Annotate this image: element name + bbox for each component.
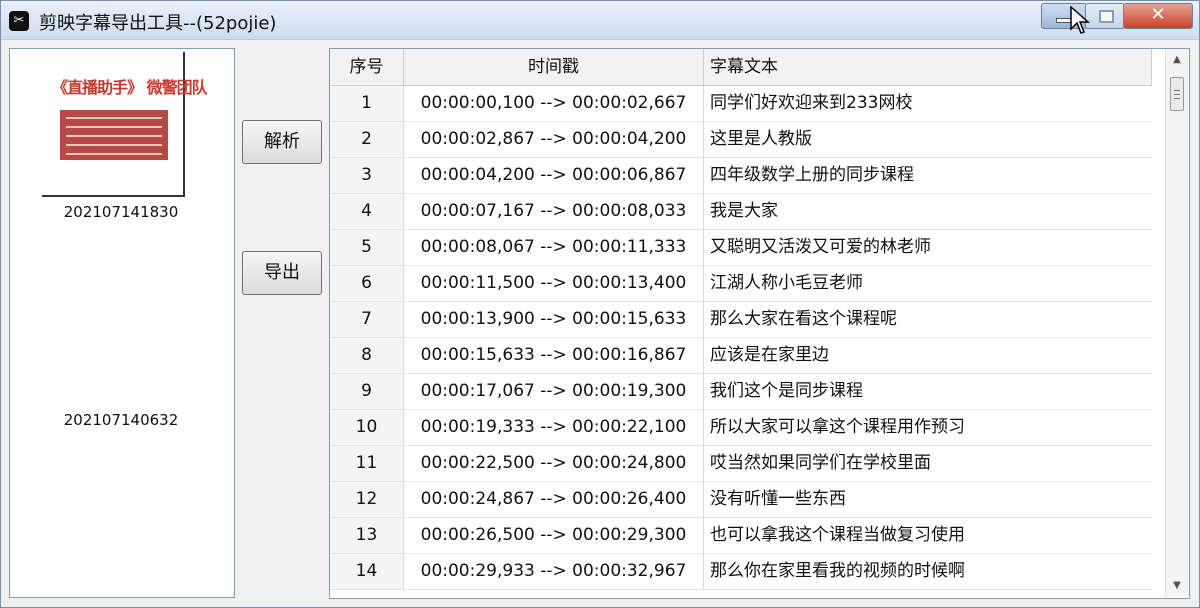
- row-text: 这里是人教版: [710, 129, 812, 149]
- table-row[interactable]: 13 00:00:26,500 --> 00:00:29,300 也可以拿我这个课程…: [330, 518, 1152, 554]
- column-header-timestamp[interactable]: 时间戳: [404, 49, 704, 85]
- row-text: 应该是在家里边: [710, 345, 829, 365]
- row-text: 我是大家: [710, 201, 778, 221]
- window-title: 剪映字幕导出工具--(52pojie): [39, 13, 277, 34]
- mouse-cursor-icon: [1070, 5, 1090, 34]
- table-row[interactable]: 9 00:00:17,067 --> 00:00:19,300 我们这个是同步课程: [330, 374, 1152, 410]
- row-index: 3: [330, 158, 404, 193]
- table-row[interactable]: 3 00:00:04,200 --> 00:00:06,867 四年级数学上册的同步…: [330, 158, 1152, 194]
- row-text: 又聪明又活泼又可爱的林老师: [710, 237, 931, 257]
- row-text: 江湖人称小毛豆老师: [710, 273, 863, 293]
- file-name[interactable]: 202107140632: [10, 411, 232, 429]
- table-row[interactable]: 8 00:00:15,633 --> 00:00:16,867 应该是在家里边: [330, 338, 1152, 374]
- row-timestamp: 00:00:15,633 --> 00:00:16,867: [404, 338, 704, 373]
- table-header: 序号 时间戳 字幕文本: [330, 49, 1152, 86]
- file-name[interactable]: 202107141830: [10, 203, 232, 221]
- table-row[interactable]: 4 00:00:07,167 --> 00:00:08,033 我是大家: [330, 194, 1152, 230]
- row-timestamp: 00:00:13,900 --> 00:00:15,633: [404, 302, 704, 337]
- row-timestamp: 00:00:26,500 --> 00:00:29,300: [404, 518, 704, 553]
- row-index: 2: [330, 122, 404, 157]
- row-index: 4: [330, 194, 404, 229]
- row-text: 那么大家在看这个课程呢: [710, 309, 897, 329]
- table-row[interactable]: 14 00:00:29,933 --> 00:00:32,967 那么你在家里看我的…: [330, 554, 1152, 590]
- table-body: 1 00:00:00,100 --> 00:00:02,667 同学们好欢迎来到23…: [330, 86, 1152, 590]
- parse-button[interactable]: 解析: [242, 120, 322, 164]
- capcut-icon: ✂: [9, 11, 29, 31]
- row-timestamp: 00:00:17,067 --> 00:00:19,300: [404, 374, 704, 409]
- row-index: 5: [330, 230, 404, 265]
- row-timestamp: 00:00:29,933 --> 00:00:32,967: [404, 554, 704, 589]
- close-icon: ✕: [1150, 4, 1166, 25]
- row-timestamp: 00:00:07,167 --> 00:00:08,033: [404, 194, 704, 229]
- row-index: 9: [330, 374, 404, 409]
- maximize-button[interactable]: [1085, 3, 1125, 29]
- row-index: 8: [330, 338, 404, 373]
- column-header-text[interactable]: 字幕文本: [704, 49, 1152, 85]
- row-text: 四年级数学上册的同步课程: [710, 165, 914, 185]
- file-list[interactable]: 《直播助手》 微警团队 202107141830 202107140632: [9, 48, 235, 598]
- table-row[interactable]: 2 00:00:02,867 --> 00:00:04,200 这里是人教版: [330, 122, 1152, 158]
- scroll-up-icon[interactable]: ▲: [1166, 51, 1188, 69]
- row-timestamp: 00:00:22,500 --> 00:00:24,800: [404, 446, 704, 481]
- row-index: 6: [330, 266, 404, 301]
- row-index: 11: [330, 446, 404, 481]
- row-index: 10: [330, 410, 404, 445]
- row-index: 14: [330, 554, 404, 589]
- row-index: 1: [330, 86, 404, 121]
- row-timestamp: 00:00:19,333 --> 00:00:22,100: [404, 410, 704, 445]
- app-window: ✂ 剪映字幕导出工具--(52pojie) ✕ 《直播助手》 微警团队 2021…: [0, 0, 1200, 608]
- table-row[interactable]: 11 00:00:22,500 --> 00:00:24,800 哎当然如果同学们在…: [330, 446, 1152, 482]
- file-thumbnail[interactable]: 《直播助手》 微警团队: [42, 52, 208, 197]
- row-timestamp: 00:00:00,100 --> 00:00:02,667: [404, 86, 704, 121]
- row-text: 同学们好欢迎来到233网校: [710, 93, 913, 113]
- column-header-index[interactable]: 序号: [330, 49, 404, 85]
- row-timestamp: 00:00:11,500 --> 00:00:13,400: [404, 266, 704, 301]
- row-text: 没有听懂一些东西: [710, 489, 846, 509]
- thumbnail-header-text: 《直播助手》 微警团队: [52, 78, 208, 97]
- row-timestamp: 00:00:08,067 --> 00:00:11,333: [404, 230, 704, 265]
- export-button[interactable]: 导出: [242, 251, 322, 295]
- scrollbar-thumb[interactable]: [1170, 77, 1184, 111]
- row-index: 12: [330, 482, 404, 517]
- thumbnail-image: [60, 110, 168, 160]
- row-timestamp: 00:00:04,200 --> 00:00:06,867: [404, 158, 704, 193]
- row-timestamp: 00:00:02,867 --> 00:00:04,200: [404, 122, 704, 157]
- subtitle-table[interactable]: 序号 时间戳 字幕文本 1 00:00:00,100 --> 00:00:02,6…: [329, 48, 1190, 599]
- maximize-icon: [1099, 10, 1114, 23]
- table-row[interactable]: 12 00:00:24,867 --> 00:00:26,400 没有听懂一些东西: [330, 482, 1152, 518]
- row-text: 哎当然如果同学们在学校里面: [710, 453, 931, 473]
- row-timestamp: 00:00:24,867 --> 00:00:26,400: [404, 482, 704, 517]
- scroll-down-icon[interactable]: ▼: [1166, 577, 1188, 595]
- row-index: 7: [330, 302, 404, 337]
- row-index: 13: [330, 518, 404, 553]
- row-text: 我们这个是同步课程: [710, 381, 863, 401]
- table-row[interactable]: 10 00:00:19,333 --> 00:00:22,100 所以大家可以拿这个…: [330, 410, 1152, 446]
- row-text: 所以大家可以拿这个课程用作预习: [710, 417, 965, 437]
- table-row[interactable]: 1 00:00:00,100 --> 00:00:02,667 同学们好欢迎来到23…: [330, 86, 1152, 122]
- title-bar[interactable]: ✂ 剪映字幕导出工具--(52pojie) ✕: [1, 1, 1199, 40]
- table-row[interactable]: 7 00:00:13,900 --> 00:00:15,633 那么大家在看这个课程…: [330, 302, 1152, 338]
- close-button[interactable]: ✕: [1123, 3, 1193, 29]
- table-row[interactable]: 5 00:00:08,067 --> 00:00:11,333 又聪明又活泼又可爱的…: [330, 230, 1152, 266]
- table-row[interactable]: 6 00:00:11,500 --> 00:00:13,400 江湖人称小毛豆老师: [330, 266, 1152, 302]
- row-text: 也可以拿我这个课程当做复习使用: [710, 525, 965, 545]
- row-text: 那么你在家里看我的视频的时候啊: [710, 561, 965, 581]
- vertical-scrollbar[interactable]: ▲ ▼: [1165, 49, 1188, 597]
